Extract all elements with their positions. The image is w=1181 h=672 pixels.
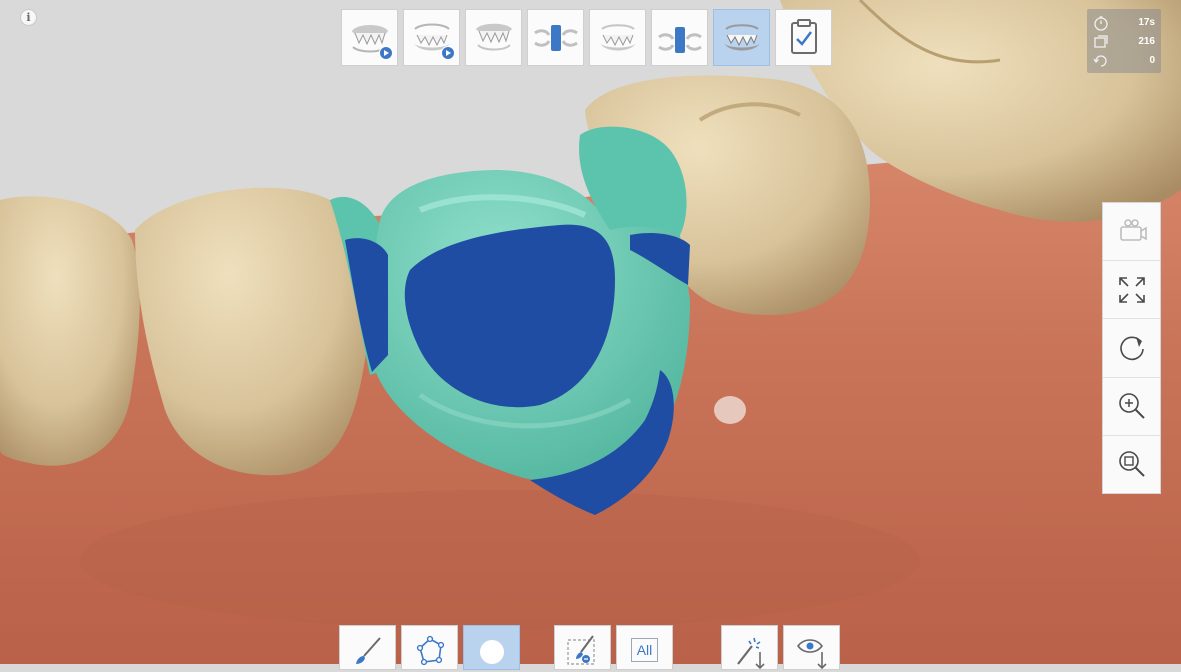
select-all-button[interactable]: All (616, 625, 673, 670)
camera-view-icon (1119, 218, 1147, 241)
erase-tool-icon (566, 635, 595, 665)
polygon-tool-icon (416, 635, 444, 666)
frames-icon (1094, 34, 1108, 48)
scan-time-value: 17s (1138, 17, 1155, 28)
zoom-area-button[interactable] (1103, 436, 1160, 493)
camera-view-button[interactable] (1103, 203, 1160, 262)
select-all-icon: All (630, 638, 659, 662)
upper-jaw-icon (475, 23, 512, 50)
scan-time-row: 17s (1093, 13, 1155, 32)
rotation-count-value: 0 (1149, 55, 1155, 66)
clipboard-check-icon (790, 18, 817, 54)
brush-tool-button[interactable] (339, 625, 396, 670)
info-icon: i (26, 11, 31, 24)
visibility-toggle-icon (796, 639, 827, 670)
scanbody-lower-icon (657, 26, 702, 53)
selection-toolbar: All (339, 625, 845, 670)
fit-to-screen-button[interactable] (1103, 261, 1160, 320)
brush-tool-icon (355, 637, 381, 664)
view-toolbar (1102, 202, 1161, 494)
rotate-icon (1119, 336, 1144, 361)
step-upper-jaw-scan[interactable] (341, 9, 398, 66)
visibility-toggle-button[interactable] (783, 625, 840, 670)
lower-jaw-icon (599, 23, 636, 50)
erase-tool-button[interactable] (554, 625, 611, 670)
step-scanbody-lower[interactable] (651, 9, 708, 66)
frame-count-value: 216 (1138, 36, 1155, 47)
zoom-in-icon (1118, 393, 1145, 419)
step-scanbody-upper[interactable] (527, 9, 584, 66)
scanbody-upper-icon (533, 24, 578, 51)
magic-wand-button[interactable] (721, 625, 778, 670)
step-lower-jaw[interactable] (589, 9, 646, 66)
lower-jaw-selected-icon (723, 23, 760, 50)
fit-to-screen-icon (1118, 276, 1145, 303)
rotate-button[interactable] (1103, 319, 1160, 378)
timer-icon (1094, 15, 1108, 31)
step-review[interactable] (775, 9, 832, 66)
frame-count-row: 216 (1093, 32, 1155, 51)
workflow-toolbar (341, 9, 832, 67)
circle-tool-button[interactable] (463, 625, 520, 670)
play-icon (379, 46, 393, 60)
scan-stats-panel: 17s 216 0 (1087, 9, 1161, 73)
step-lower-jaw-scan[interactable] (403, 9, 460, 66)
zoom-in-button[interactable] (1103, 378, 1160, 436)
play-icon (441, 46, 455, 60)
info-button[interactable]: i (20, 9, 37, 26)
circle-tool-icon (479, 640, 504, 664)
rotation-icon (1093, 54, 1107, 67)
step-upper-jaw[interactable] (465, 9, 522, 66)
scan-viewport[interactable] (0, 0, 1181, 664)
zoom-area-icon (1118, 451, 1145, 478)
polygon-tool-button[interactable] (401, 625, 458, 670)
rotation-count-row: 0 (1093, 51, 1155, 70)
step-lower-jaw-selected[interactable] (713, 9, 770, 66)
dental-scan-model (0, 0, 1181, 664)
magic-wand-icon (736, 637, 765, 670)
